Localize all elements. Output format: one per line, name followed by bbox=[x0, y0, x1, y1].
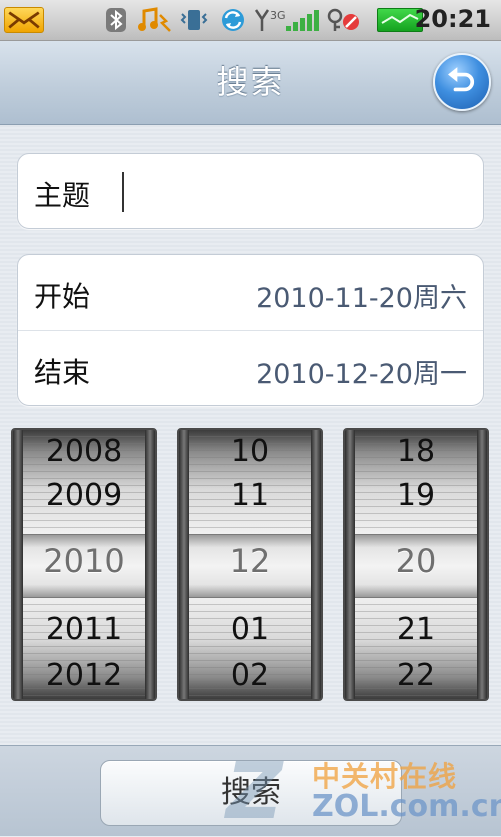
picker-item[interactable]: 02 bbox=[179, 658, 321, 693]
picker-item[interactable]: 10 bbox=[179, 434, 321, 469]
svg-text:3G: 3G bbox=[270, 9, 286, 22]
signal-3g-icon: 3G bbox=[254, 7, 320, 33]
back-arrow-icon bbox=[448, 67, 475, 92]
search-button[interactable]: 搜索 bbox=[100, 760, 402, 826]
back-button[interactable] bbox=[433, 53, 491, 111]
title-bar: 搜索 bbox=[0, 41, 501, 125]
sync-icon bbox=[216, 7, 250, 33]
picker-item[interactable]: 21 bbox=[345, 612, 487, 647]
picker-item[interactable]: 18 bbox=[345, 434, 487, 469]
start-date-label: 开始 bbox=[34, 280, 91, 313]
month-picker-wheel[interactable]: 10 11 12 01 02 bbox=[177, 428, 323, 701]
mail-icon[interactable] bbox=[4, 7, 44, 33]
picker-item[interactable]: 11 bbox=[179, 478, 321, 513]
picker-item[interactable]: 01 bbox=[179, 612, 321, 647]
end-date-row[interactable]: 结束 2010-12-20周一 bbox=[18, 331, 483, 406]
picker-item[interactable]: 22 bbox=[345, 658, 487, 693]
picker-selected-item[interactable]: 2010 bbox=[13, 542, 155, 580]
picker-selected-item[interactable]: 12 bbox=[179, 542, 321, 580]
bluetooth-icon bbox=[104, 7, 128, 33]
picker-item[interactable]: 2012 bbox=[13, 658, 155, 693]
picker-item[interactable]: 2008 bbox=[13, 434, 155, 469]
picker-item[interactable]: 2009 bbox=[13, 478, 155, 513]
status-bar: 3G 20:21 bbox=[0, 0, 501, 41]
start-date-value: 2010-11-20周六 bbox=[256, 283, 467, 314]
picker-item[interactable]: 2011 bbox=[13, 612, 155, 647]
picker-item[interactable]: 19 bbox=[345, 478, 487, 513]
day-picker-wheel[interactable]: 18 19 20 21 22 bbox=[343, 428, 489, 701]
clock-time: 20:21 bbox=[414, 5, 491, 33]
vibrate-icon bbox=[178, 7, 210, 33]
page-title: 搜索 bbox=[216, 63, 285, 101]
music-icon bbox=[136, 7, 172, 33]
alarm-icon bbox=[325, 7, 361, 33]
subject-label: 主题 bbox=[34, 179, 91, 212]
year-picker-wheel[interactable]: 2008 2009 2010 2011 2012 bbox=[11, 428, 157, 701]
bottom-bar: 搜索 bbox=[0, 745, 501, 836]
end-date-value: 2010-12-20周一 bbox=[256, 359, 467, 390]
subject-field[interactable]: 主题 bbox=[17, 153, 484, 229]
end-date-label: 结束 bbox=[34, 356, 91, 389]
picker-selected-item[interactable]: 20 bbox=[345, 542, 487, 580]
text-cursor bbox=[122, 172, 124, 212]
start-date-row[interactable]: 开始 2010-11-20周六 bbox=[18, 255, 483, 331]
date-range-card: 开始 2010-11-20周六 结束 2010-12-20周一 bbox=[17, 254, 484, 406]
